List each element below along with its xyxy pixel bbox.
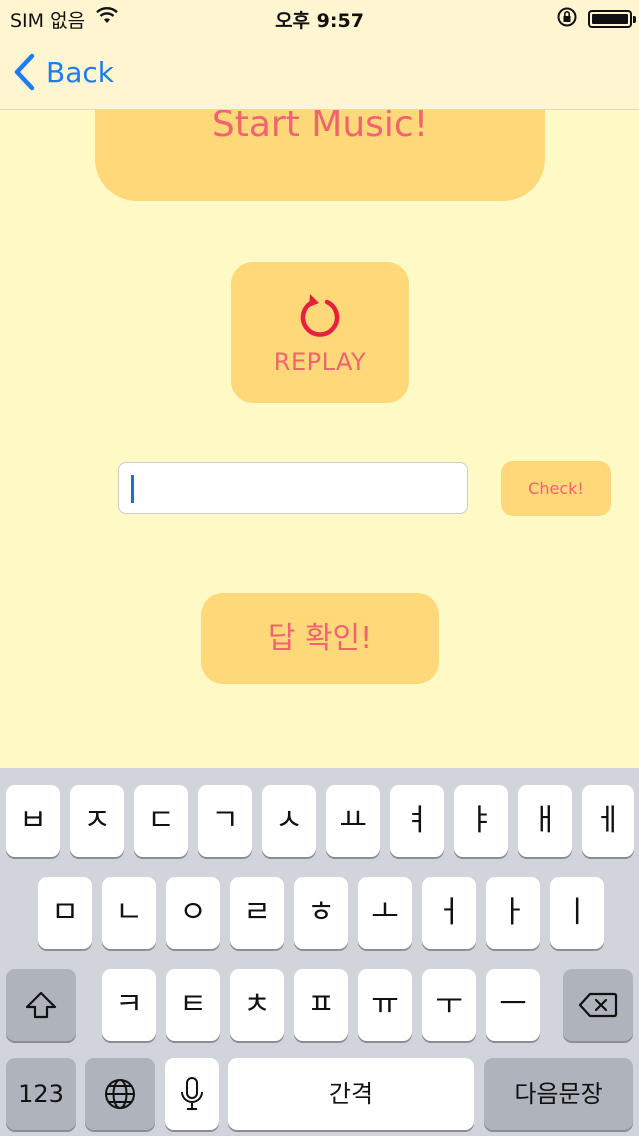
- key[interactable]: ㅔ: [582, 785, 634, 857]
- key[interactable]: ㅊ: [230, 969, 284, 1041]
- answer-input[interactable]: [118, 462, 468, 514]
- key[interactable]: ㅂ: [6, 785, 60, 857]
- key[interactable]: ㅑ: [454, 785, 508, 857]
- numbers-key[interactable]: 123: [6, 1058, 76, 1130]
- status-bar: SIM 없음 오후 9:57: [0, 0, 639, 36]
- key[interactable]: ㅣ: [550, 877, 604, 949]
- replay-label: REPLAY: [273, 348, 367, 376]
- replay-icon: [300, 294, 340, 337]
- microphone-icon: [181, 1077, 203, 1110]
- key[interactable]: ㅎ: [294, 877, 348, 949]
- key[interactable]: ㅍ: [294, 969, 348, 1041]
- space-key[interactable]: 간격: [228, 1058, 474, 1130]
- key[interactable]: ㄷ: [134, 785, 188, 857]
- key[interactable]: ㅐ: [518, 785, 572, 857]
- text-caret: [131, 475, 134, 503]
- delete-icon: [578, 992, 618, 1018]
- key[interactable]: ㅋ: [102, 969, 156, 1041]
- key[interactable]: ㅡ: [486, 969, 540, 1041]
- key[interactable]: ㄴ: [102, 877, 156, 949]
- shift-icon: [25, 991, 57, 1019]
- clock: 오후 9:57: [275, 10, 364, 32]
- rotation-lock-icon: [556, 6, 578, 33]
- key[interactable]: ㅁ: [38, 877, 92, 949]
- back-label: Back: [46, 55, 114, 89]
- reveal-answer-button[interactable]: 답 확인!: [201, 593, 439, 684]
- check-button[interactable]: Check!: [501, 461, 611, 516]
- microphone-key[interactable]: [165, 1058, 219, 1130]
- key[interactable]: ㅏ: [486, 877, 540, 949]
- top-bar: SIM 없음 오후 9:57 Back: [0, 0, 639, 110]
- return-key[interactable]: 다음문장: [484, 1058, 633, 1130]
- globe-key[interactable]: [85, 1058, 155, 1130]
- key[interactable]: ㅈ: [70, 785, 124, 857]
- keyboard: ㅂ ㅈ ㄷ ㄱ ㅅ ㅛ ㅕ ㅑ ㅐ ㅔ ㅁ ㄴ ㅇ ㄹ ㅎ ㅗ ㅓ ㅏ ㅣ ㅋ …: [0, 768, 639, 1136]
- key[interactable]: ㅌ: [166, 969, 220, 1041]
- replay-button[interactable]: REPLAY: [231, 262, 409, 403]
- key[interactable]: ㅇ: [166, 877, 220, 949]
- shift-key[interactable]: [6, 969, 76, 1041]
- title-text: Start Music!: [211, 104, 429, 145]
- back-button[interactable]: Back: [12, 50, 114, 94]
- key[interactable]: ㄹ: [230, 877, 284, 949]
- key[interactable]: ㅅ: [262, 785, 316, 857]
- key[interactable]: ㅜ: [422, 969, 476, 1041]
- key[interactable]: ㅕ: [390, 785, 444, 857]
- key[interactable]: ㄱ: [198, 785, 252, 857]
- key[interactable]: ㅓ: [422, 877, 476, 949]
- chevron-left-icon: [14, 53, 35, 91]
- key[interactable]: ㅗ: [358, 877, 412, 949]
- delete-key[interactable]: [563, 969, 633, 1041]
- key[interactable]: ㅠ: [358, 969, 412, 1041]
- key[interactable]: ㅛ: [326, 785, 380, 857]
- battery-icon: [588, 10, 636, 28]
- globe-icon: [105, 1079, 135, 1109]
